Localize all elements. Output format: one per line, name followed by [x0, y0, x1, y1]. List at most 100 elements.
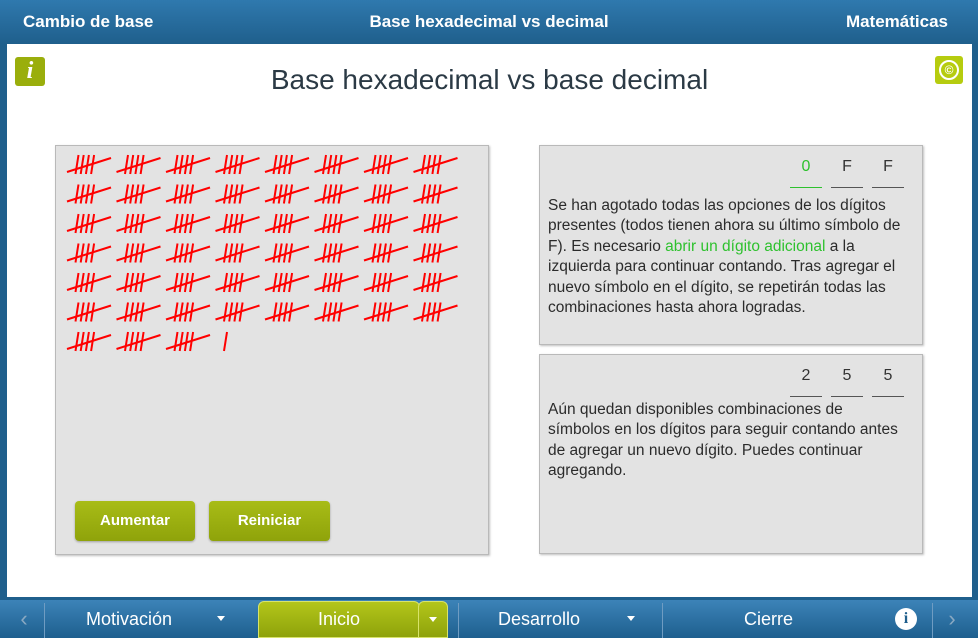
tally-group — [165, 331, 211, 352]
tally-group — [363, 302, 409, 322]
chevron-down-icon[interactable] — [627, 616, 635, 621]
tally-mark — [79, 154, 85, 175]
tally-mark — [421, 302, 426, 322]
tab-development[interactable]: Desarrollo — [498, 609, 580, 630]
tally-group — [66, 272, 112, 293]
tally-group — [215, 302, 260, 322]
tally-mark — [79, 184, 85, 204]
tally-group — [264, 243, 310, 263]
tally-group — [363, 154, 409, 175]
tally-group — [413, 184, 458, 204]
reset-button[interactable]: Reiniciar — [209, 501, 330, 541]
tally-mark — [327, 243, 333, 263]
tally-mark — [327, 302, 333, 322]
hex-highlight: abrir un dígito adicional — [665, 237, 826, 255]
tally-group — [165, 272, 211, 293]
tally-mark — [371, 154, 377, 175]
hexadecimal-panel: 0 F F Se han agotado todas las opciones … — [539, 145, 923, 345]
tally-mark — [79, 331, 85, 352]
next-arrow-icon[interactable]: › — [942, 608, 962, 630]
tally-mark — [124, 302, 129, 322]
divider — [44, 603, 45, 638]
tally-mark — [376, 184, 382, 204]
tally-mark — [426, 243, 432, 263]
tally-mark — [426, 272, 432, 293]
tally-mark — [322, 243, 327, 263]
tally-group — [264, 302, 310, 322]
tally-mark — [376, 272, 382, 293]
tally-group — [264, 272, 310, 293]
tally-mark — [228, 213, 234, 234]
top-header: Cambio de base Base hexadecimal vs decim… — [0, 0, 978, 44]
tally-group — [116, 272, 161, 293]
tally-mark — [272, 213, 278, 234]
prev-arrow-icon[interactable]: ‹ — [14, 608, 34, 630]
tally-mark — [228, 272, 234, 293]
tab-start[interactable]: Inicio — [258, 601, 420, 638]
tally-mark — [421, 272, 426, 293]
tally-group — [66, 331, 112, 352]
tally-mark — [228, 154, 234, 175]
tally-mark — [124, 243, 129, 263]
tally-group — [314, 243, 359, 263]
tally-group — [413, 243, 458, 263]
tally-panel: Aumentar Reiniciar — [55, 145, 489, 555]
tally-mark — [74, 213, 80, 234]
decimal-explanation: Aún quedan disponibles combinaciones de … — [548, 401, 898, 480]
tally-mark — [376, 213, 382, 234]
tally-mark — [223, 302, 228, 322]
tally-mark — [327, 184, 333, 204]
tally-mark — [223, 331, 228, 352]
tally-mark — [327, 154, 333, 175]
tally-mark — [272, 154, 278, 175]
tally-group — [413, 272, 458, 293]
tally-mark — [124, 272, 129, 293]
tally-mark — [173, 184, 179, 204]
tab-motivation[interactable]: Motivación — [86, 609, 172, 630]
tally-mark — [178, 184, 184, 204]
tally-mark — [223, 154, 228, 175]
tally-mark — [277, 184, 283, 204]
tally-mark — [228, 243, 234, 263]
tally-group — [363, 243, 409, 263]
tally-mark — [79, 213, 85, 234]
hex-digit: F — [831, 158, 863, 188]
tally-mark — [272, 184, 278, 204]
info-circle-icon[interactable]: i — [895, 608, 917, 630]
tally-mark — [376, 154, 382, 175]
tally-mark — [178, 272, 184, 293]
increase-button[interactable]: Aumentar — [75, 501, 195, 541]
tally-mark — [277, 243, 283, 263]
tally-group — [314, 302, 359, 322]
tally-group — [116, 302, 161, 322]
tally-mark — [79, 243, 85, 263]
tally-mark — [277, 213, 283, 234]
tally-mark — [322, 184, 327, 204]
subject-title: Matemáticas — [845, 12, 948, 31]
hex-explanation: Se han agotado todas las opciones de los… — [548, 196, 908, 318]
tally-group — [314, 154, 359, 175]
tally-group — [66, 302, 112, 322]
tally-mark — [124, 331, 129, 352]
tally-group — [215, 272, 260, 293]
lesson-title: Base hexadecimal vs decimal — [369, 12, 609, 31]
tally-mark — [277, 302, 283, 322]
tally-group — [314, 213, 359, 234]
chevron-down-icon[interactable] — [217, 616, 225, 621]
tally-group — [165, 302, 211, 322]
start-dropdown[interactable] — [418, 601, 448, 638]
tally-mark — [129, 331, 135, 352]
tab-closing[interactable]: Cierre — [744, 609, 793, 630]
tally-group — [66, 213, 112, 234]
tally-mark — [79, 302, 85, 322]
tally-mark — [173, 243, 179, 263]
tally-mark — [74, 331, 80, 352]
tally-mark — [371, 243, 377, 263]
tally-mark — [223, 213, 228, 234]
tally-group — [314, 184, 359, 204]
tally-group — [215, 184, 260, 204]
tally-group — [413, 302, 458, 322]
tally-mark — [322, 272, 327, 293]
tally-mark — [74, 272, 80, 293]
tally-mark — [124, 154, 129, 175]
